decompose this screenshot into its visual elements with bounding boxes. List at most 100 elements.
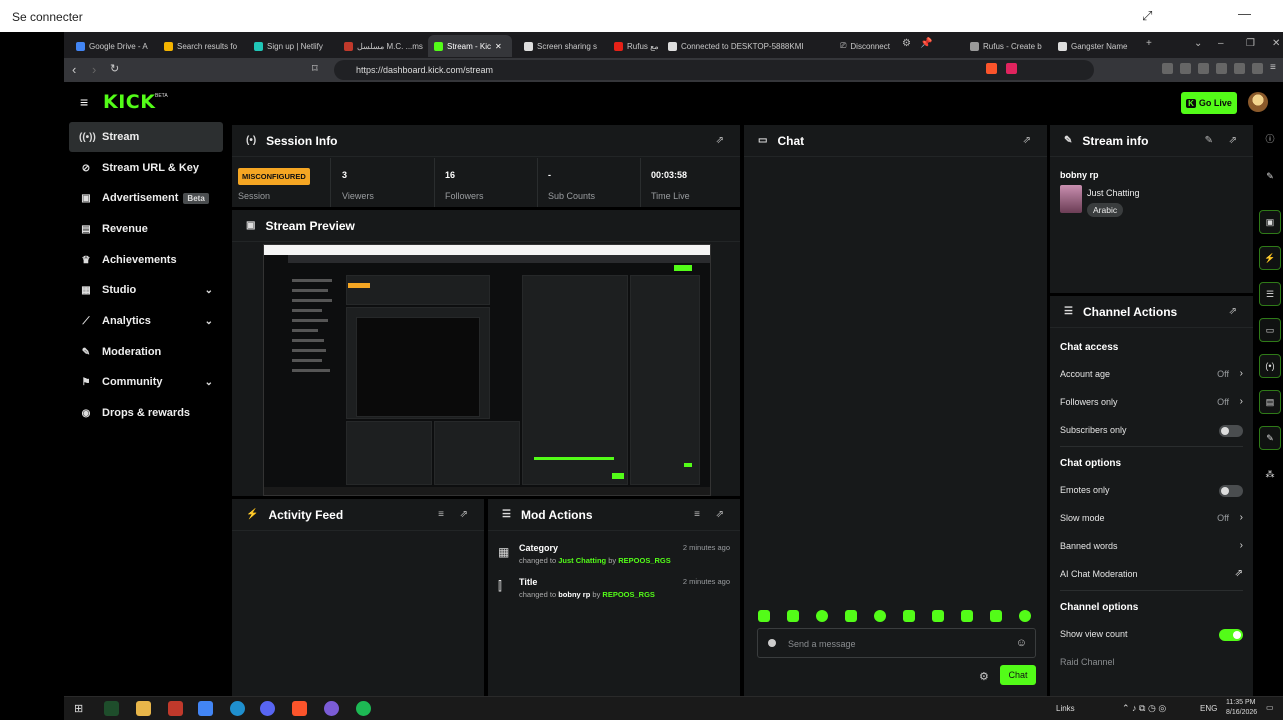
- subscribers-only-toggle[interactable]: [1219, 425, 1243, 437]
- minimize-icon[interactable]: —: [1238, 6, 1251, 21]
- emote-icon[interactable]: [932, 610, 944, 622]
- sidebar-item-revenue[interactable]: ▤ Revenue: [69, 214, 223, 244]
- new-tab-icon[interactable]: +: [1146, 38, 1152, 49]
- sidebar-item-stream-url-key[interactable]: ⊘ Stream URL & Key: [69, 153, 223, 183]
- emote-icon[interactable]: [961, 610, 973, 622]
- browser-tab[interactable]: Gangster Name: [1052, 35, 1136, 57]
- emote-icon[interactable]: [845, 610, 857, 622]
- expand-icon[interactable]: ⤢: [1142, 8, 1152, 24]
- slow-mode-row[interactable]: Slow mode Off ›: [1060, 512, 1243, 529]
- bookmark-icon[interactable]: ⌑: [312, 62, 318, 75]
- gear-icon[interactable]: ⚙: [979, 670, 989, 683]
- popout-icon[interactable]: ⇗: [1229, 135, 1237, 146]
- restore-icon[interactable]: ❐: [1246, 38, 1255, 49]
- browser-tab[interactable]: مسلسل M.C. ...ms: [338, 35, 424, 57]
- extension-icon[interactable]: [1162, 63, 1173, 74]
- notification-icon[interactable]: ▭: [1266, 703, 1274, 712]
- browser-tab[interactable]: Screen sharing s: [518, 35, 598, 57]
- url-bar[interactable]: https://dashboard.kick.com/stream: [334, 60, 1094, 80]
- browser-tab[interactable]: Rufus - Create b: [964, 35, 1048, 57]
- music-icon[interactable]: [1180, 63, 1191, 74]
- pin-icon[interactable]: 📌: [920, 38, 932, 49]
- emote-icon[interactable]: [1019, 610, 1031, 622]
- avatar[interactable]: [1248, 92, 1268, 112]
- app-icon[interactable]: [104, 701, 119, 716]
- brave-shield-icon[interactable]: [986, 63, 997, 74]
- app-icon[interactable]: [324, 701, 339, 716]
- browser-tab[interactable]: Google Drive - A: [70, 35, 156, 57]
- leo-icon[interactable]: [1234, 63, 1245, 74]
- browser-tab[interactable]: Connected to DESKTOP-5888KMI: [662, 35, 832, 57]
- discord-icon[interactable]: [260, 701, 275, 716]
- sidebar-item-community[interactable]: ⚑ Community ⌄: [69, 367, 223, 397]
- go-live-button[interactable]: K Go Live: [1181, 92, 1237, 114]
- browser-tab[interactable]: Search results fo: [158, 35, 242, 57]
- emote-icon[interactable]: [990, 610, 1002, 622]
- clock-date[interactable]: 8/16/2026: [1226, 709, 1257, 716]
- kick-logo[interactable]: KICK: [103, 91, 155, 113]
- sidebar-item-studio[interactable]: ▦ Studio ⌄: [69, 275, 223, 305]
- popout-icon[interactable]: ⇗: [716, 509, 724, 520]
- popout-icon[interactable]: ⇗: [1023, 135, 1031, 146]
- folder-icon[interactable]: [136, 701, 151, 716]
- edge-icon[interactable]: [230, 701, 245, 716]
- tray-icons[interactable]: ⌃ ♪ ⧉ ◷ ◎: [1122, 703, 1166, 714]
- emoji-icon[interactable]: ☺: [1016, 637, 1027, 649]
- sidebar-item-stream[interactable]: ((•)) Stream: [69, 122, 223, 152]
- wallet-icon[interactable]: [1216, 63, 1227, 74]
- minimize-icon[interactable]: –: [1218, 38, 1224, 49]
- tab-list-chevron-icon[interactable]: ⌄: [1194, 38, 1202, 49]
- reload-icon[interactable]: ↻: [110, 62, 119, 75]
- emote-icon[interactable]: [758, 610, 770, 622]
- filter-icon[interactable]: ≡: [438, 509, 444, 520]
- clock-time[interactable]: 11:35 PM: [1226, 699, 1255, 706]
- raid-channel-row[interactable]: Raid Channel: [1060, 657, 1243, 673]
- show-view-count-toggle[interactable]: [1219, 629, 1243, 641]
- edit-icon[interactable]: ✎: [1205, 135, 1213, 146]
- sidebar-item-drops-rewards[interactable]: ◉ Drops & rewards: [69, 398, 223, 428]
- detail-user[interactable]: REPOOS_RGS: [602, 590, 655, 599]
- edit-icon[interactable]: ✎: [1259, 164, 1281, 188]
- app-icon[interactable]: [168, 701, 183, 716]
- sidebar-item-achievements[interactable]: ♛ Achievements: [69, 245, 223, 275]
- emote-icon[interactable]: [816, 610, 828, 622]
- detail-user[interactable]: REPOOS_RGS: [618, 556, 671, 565]
- preview-icon[interactable]: ▣: [1259, 210, 1281, 234]
- back-icon[interactable]: ‹: [72, 62, 76, 77]
- vpn-icon[interactable]: [1252, 63, 1263, 74]
- stream-preview-video[interactable]: [263, 244, 711, 496]
- followers-only-row[interactable]: Followers only Off ›: [1060, 396, 1243, 413]
- menu-icon[interactable]: ≡: [1270, 62, 1276, 73]
- list-icon[interactable]: ☰: [1259, 282, 1281, 306]
- browser-tab[interactable]: Sign up | Netlify: [248, 35, 332, 57]
- windows-start-icon[interactable]: ⊞: [74, 702, 83, 715]
- settings-icon[interactable]: ⚙: [902, 38, 911, 49]
- spotify-icon[interactable]: [356, 701, 371, 716]
- chrome-icon[interactable]: [198, 701, 213, 716]
- add-widget-icon[interactable]: ⁂: [1259, 462, 1281, 486]
- close-tab-icon[interactable]: ✕: [495, 42, 502, 51]
- wrench-icon[interactable]: ✎: [1259, 426, 1281, 450]
- account-age-row[interactable]: Account age Off ›: [1060, 368, 1243, 385]
- popout-icon[interactable]: ⇗: [1229, 306, 1237, 317]
- emotes-only-toggle[interactable]: [1219, 485, 1243, 497]
- sidebar-icon[interactable]: [1198, 63, 1209, 74]
- close-icon[interactable]: ✕: [1272, 38, 1280, 49]
- popout-icon[interactable]: ⇗: [716, 135, 724, 146]
- banned-words-row[interactable]: Banned words ›: [1060, 540, 1243, 557]
- broadcast-icon[interactable]: (•): [1259, 354, 1281, 378]
- filter-icon[interactable]: ≡: [694, 509, 700, 520]
- rewards-icon[interactable]: [1006, 63, 1017, 74]
- chat-send-button[interactable]: Chat: [1000, 665, 1036, 685]
- emote-icon[interactable]: [903, 610, 915, 622]
- emote-icon[interactable]: [787, 610, 799, 622]
- remote-disconnect-button[interactable]: ⎚ Disconnect: [834, 35, 894, 57]
- links-toolbar[interactable]: Links: [1056, 704, 1075, 713]
- lightning-icon[interactable]: ⚡: [1259, 246, 1281, 270]
- browser-tab[interactable]: Rufus مع: [608, 35, 662, 57]
- sidebar-item-moderation[interactable]: ✎ Moderation: [69, 337, 223, 367]
- chat-input[interactable]: Send a message ☺: [757, 628, 1036, 658]
- sidebar-item-advertisement[interactable]: ▣ Advertisement Beta: [69, 183, 223, 213]
- emote-icon[interactable]: [874, 610, 886, 622]
- brave-icon[interactable]: [292, 701, 307, 716]
